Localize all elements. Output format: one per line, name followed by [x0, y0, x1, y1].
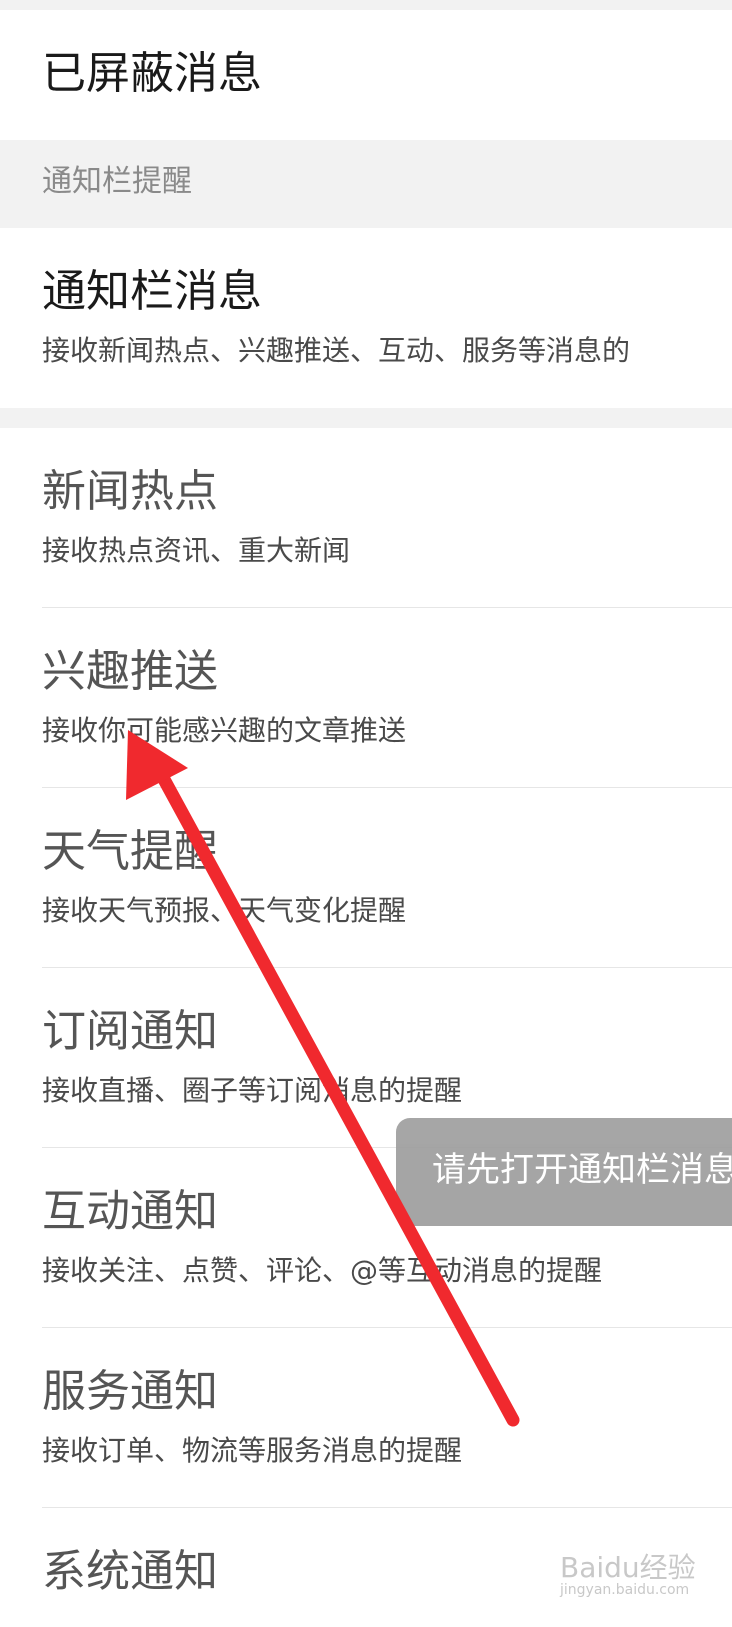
setting-item-interest[interactable]: 兴趣推送 接收你可能感兴趣的文章推送 — [0, 608, 732, 788]
setting-desc: 接收天气预报、天气变化提醒 — [42, 894, 407, 927]
notification-bar-title: 通知栏消息 — [42, 266, 262, 317]
section-gap — [0, 408, 732, 428]
watermark-brand: Baidu经验 — [560, 1551, 696, 1584]
setting-desc: 接收你可能感兴趣的文章推送 — [42, 714, 407, 747]
setting-title: 兴趣推送 — [42, 646, 218, 697]
setting-title: 服务通知 — [42, 1366, 218, 1417]
setting-item-service[interactable]: 服务通知 接收订单、物流等服务消息的提醒 — [0, 1328, 732, 1508]
notification-bar-row[interactable]: 通知栏消息 接收新闻热点、兴趣推送、互动、服务等消息的 — [0, 228, 732, 408]
setting-item-weather[interactable]: 天气提醒 接收天气预报、天气变化提醒 — [0, 788, 732, 968]
blocked-messages-row[interactable]: 已屏蔽消息 — [0, 10, 732, 140]
blocked-messages-label: 已屏蔽消息 — [42, 48, 262, 99]
setting-item-news[interactable]: 新闻热点 接收热点资讯、重大新闻 — [0, 428, 732, 608]
watermark-url: jingyan.baidu.com — [560, 1582, 690, 1598]
toast-text: 请先打开通知栏消息 — [432, 1150, 732, 1190]
notification-section-header: 通知栏提醒 — [42, 164, 192, 199]
setting-title: 系统通知 — [42, 1546, 218, 1597]
setting-desc: 接收热点资讯、重大新闻 — [42, 534, 351, 567]
top-band — [0, 0, 732, 10]
notification-settings-list: 新闻热点 接收热点资讯、重大新闻 兴趣推送 接收你可能感兴趣的文章推送 天气提醒… — [0, 428, 732, 1627]
setting-title: 互动通知 — [42, 1186, 218, 1237]
setting-title: 订阅通知 — [42, 1006, 218, 1057]
notification-bar-desc: 接收新闻热点、兴趣推送、互动、服务等消息的 — [42, 334, 631, 367]
setting-title: 新闻热点 — [42, 466, 218, 517]
setting-desc: 接收订单、物流等服务消息的提醒 — [42, 1434, 463, 1467]
setting-title: 天气提醒 — [42, 826, 218, 877]
toast: 请先打开通知栏消息 — [396, 1118, 732, 1226]
setting-desc: 接收关注、点赞、评论、@等互动消息的提醒 — [42, 1254, 603, 1287]
setting-desc: 接收直播、圈子等订阅消息的提醒 — [42, 1074, 463, 1107]
notification-section-band: 通知栏提醒 — [0, 140, 732, 228]
watermark: Baidu经验 jingyan.baidu.com — [560, 1546, 696, 1598]
